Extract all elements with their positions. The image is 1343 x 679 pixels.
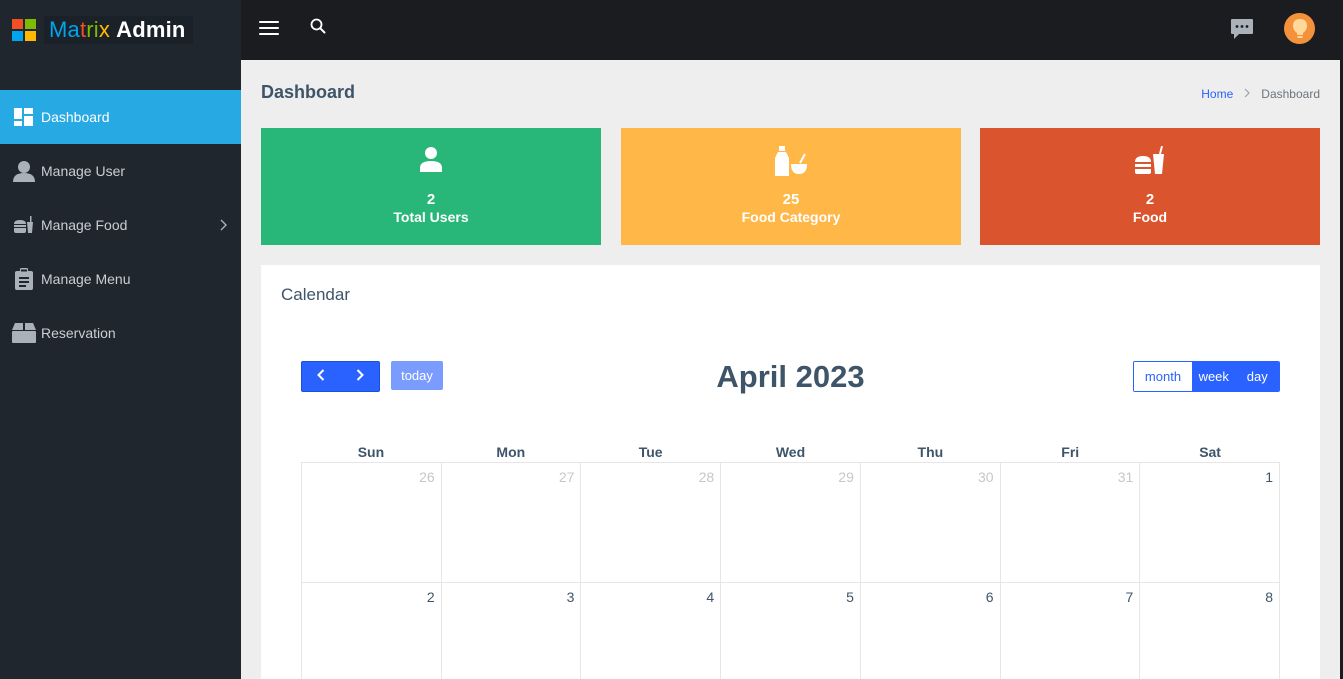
- dow-label: Sun: [357, 444, 385, 460]
- sidebar-item-label: Manage Menu: [41, 271, 131, 287]
- dow-label: Mon: [496, 444, 526, 460]
- stat-card-total-users[interactable]: 2 Total Users: [261, 128, 601, 245]
- stat-card-food-category[interactable]: 25 Food Category: [621, 128, 961, 245]
- stat-count: 25: [782, 191, 800, 208]
- breadcrumb-current: Dashboard: [1261, 87, 1320, 101]
- calendar-day-cell[interactable]: 4: [580, 583, 720, 679]
- stat-label: Total Users: [393, 209, 469, 225]
- burger-drink-icon: [980, 146, 1320, 176]
- calendar-grid: Sun Mon Tue Wed Thu Fri Sat 26 27 28 29 …: [301, 441, 1281, 679]
- user-icon: [12, 160, 36, 182]
- breadcrumb: Home Dashboard: [1201, 87, 1320, 101]
- user-icon: [261, 146, 601, 176]
- calendar-week: 26 27 28 29 30 31 1: [301, 463, 1281, 583]
- menu-icon[interactable]: [259, 21, 279, 37]
- chat-icon[interactable]: [1230, 18, 1254, 45]
- box-icon: [12, 322, 36, 344]
- sidebar-item-label: Reservation: [41, 325, 116, 341]
- dow-label: Fri: [1061, 444, 1080, 460]
- page-title: Dashboard: [261, 82, 356, 102]
- view-day-button[interactable]: day: [1235, 362, 1279, 391]
- calendar-week: 2 3 4 5 6 7 8: [301, 583, 1281, 679]
- sidebar-item-manage-user[interactable]: Manage User: [0, 144, 241, 198]
- sidebar-item-label: Manage Food: [41, 217, 128, 233]
- calendar-day-cell[interactable]: 30: [859, 463, 1000, 582]
- brand-text-part3: ri: [86, 17, 99, 42]
- brand-text-part4: x: [98, 17, 111, 42]
- dashboard-icon: [12, 106, 36, 128]
- topbar: [241, 0, 1343, 60]
- stat-label: Food: [1132, 209, 1168, 225]
- brand-text-part1: Ma: [49, 17, 80, 42]
- calendar-panel: Calendar today April 2023 month week day…: [261, 265, 1320, 679]
- calendar-day-cell[interactable]: 3: [440, 583, 581, 679]
- view-switcher: month week day: [1133, 361, 1280, 392]
- logo-icon: [12, 19, 36, 41]
- chevron-right-icon: [220, 218, 227, 234]
- sidebar: Ma t ri x Admin Dashboard Manage User Manage…: [0, 0, 241, 679]
- calendar-day-cell[interactable]: 8: [1139, 583, 1281, 679]
- sidebar-item-label: Dashboard: [41, 109, 110, 125]
- sidebar-nav: Dashboard Manage User Manage Food Manage…: [0, 90, 241, 360]
- brand[interactable]: Ma t ri x Admin: [0, 0, 241, 60]
- sidebar-item-label: Manage User: [41, 163, 126, 179]
- view-month-button[interactable]: month: [1134, 362, 1192, 391]
- calendar-day-cell[interactable]: 29: [720, 463, 860, 582]
- calendar-day-cell[interactable]: 28: [580, 463, 720, 582]
- sidebar-item-manage-menu[interactable]: Manage Menu: [0, 252, 241, 306]
- dow-label: Thu: [917, 444, 944, 460]
- avatar-icon[interactable]: [1284, 13, 1315, 44]
- dow-label: Wed: [775, 444, 806, 460]
- calendar-day-cell[interactable]: 26: [301, 463, 441, 582]
- bottle-bowl-icon: [621, 146, 961, 176]
- breadcrumb-separator-icon: [1244, 87, 1251, 101]
- dow-label: Sat: [1199, 444, 1221, 460]
- day-of-week-header: Sun Mon Tue Wed Thu Fri Sat: [301, 441, 1280, 463]
- view-week-button[interactable]: week: [1192, 362, 1236, 391]
- stat-count: 2: [1145, 191, 1155, 208]
- search-icon[interactable]: [310, 18, 326, 39]
- calendar-day-cell[interactable]: 1: [1139, 463, 1281, 582]
- calendar-heading: Calendar: [281, 285, 350, 304]
- clipboard-icon: [12, 268, 36, 290]
- calendar-day-cell[interactable]: 6: [859, 583, 1000, 679]
- stat-label: Food Category: [741, 209, 841, 225]
- stat-card-food[interactable]: 2 Food: [980, 128, 1320, 245]
- food-icon: [12, 214, 36, 236]
- sidebar-item-manage-food[interactable]: Manage Food: [0, 198, 241, 252]
- calendar-day-cell[interactable]: 31: [999, 463, 1140, 582]
- calendar-day-cell[interactable]: 2: [301, 583, 441, 679]
- calendar-day-cell[interactable]: 5: [720, 583, 860, 679]
- breadcrumb-home-link[interactable]: Home: [1201, 87, 1233, 101]
- sidebar-item-dashboard[interactable]: Dashboard: [0, 90, 241, 144]
- calendar-day-cell[interactable]: 7: [999, 583, 1140, 679]
- brand-name: Ma t ri x Admin: [44, 16, 193, 44]
- sidebar-item-reservation[interactable]: Reservation: [0, 306, 241, 360]
- brand-text-bold: Admin: [116, 17, 186, 42]
- calendar-day-cell[interactable]: 27: [440, 463, 581, 582]
- stat-count: 2: [426, 191, 436, 208]
- dow-label: Tue: [638, 444, 663, 460]
